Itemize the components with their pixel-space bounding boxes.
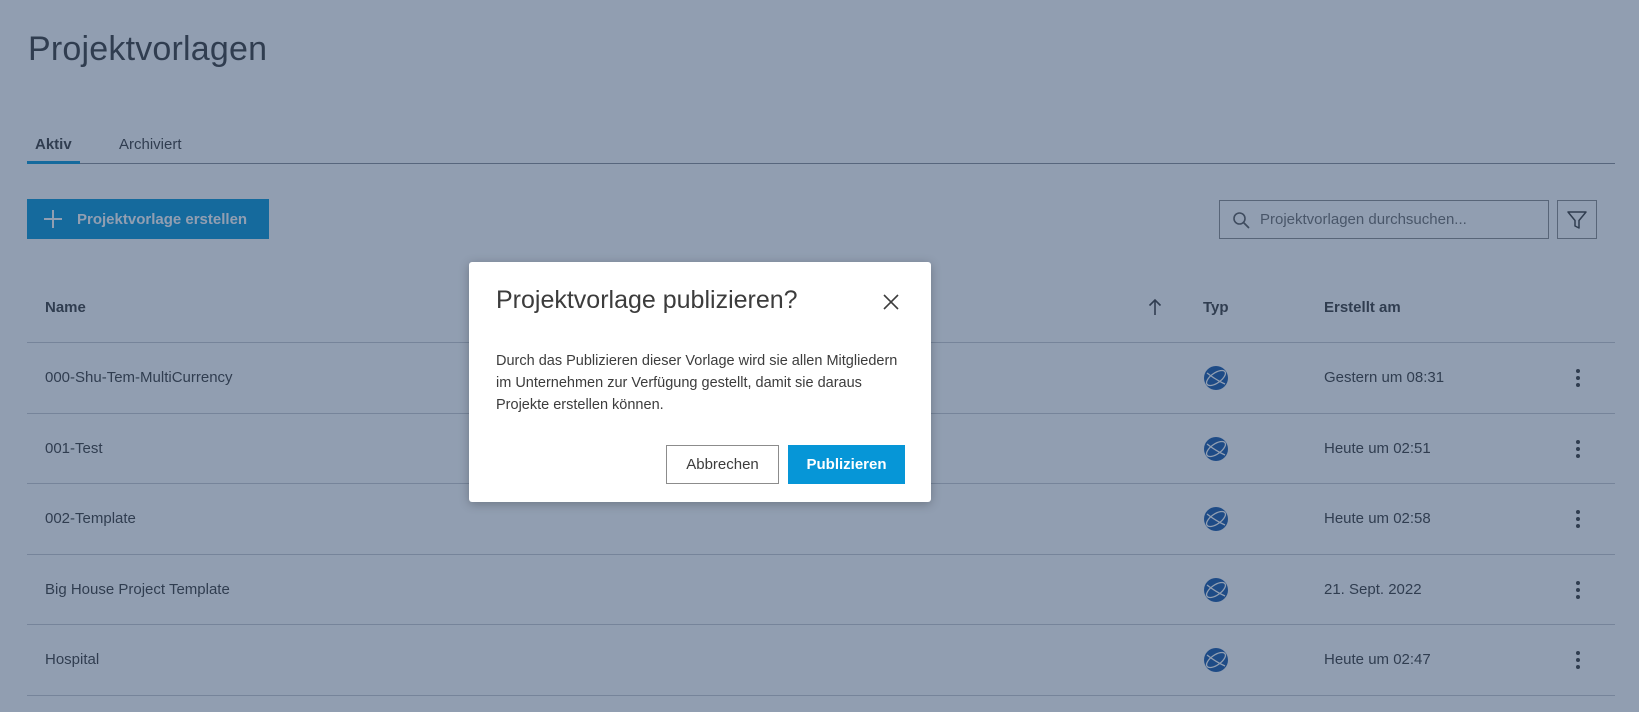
page: Projektvorlagen Aktiv Archiviert Projekt…: [0, 0, 1639, 712]
publish-dialog: Projektvorlage publizieren? Durch das Pu…: [469, 262, 931, 502]
cancel-button[interactable]: Abbrechen: [666, 445, 779, 484]
publish-button[interactable]: Publizieren: [788, 445, 905, 484]
dialog-message: Durch das Publizieren dieser Vorlage wir…: [496, 353, 898, 413]
dialog-title: Projektvorlage publizieren?: [496, 286, 798, 314]
close-icon[interactable]: [879, 290, 903, 314]
